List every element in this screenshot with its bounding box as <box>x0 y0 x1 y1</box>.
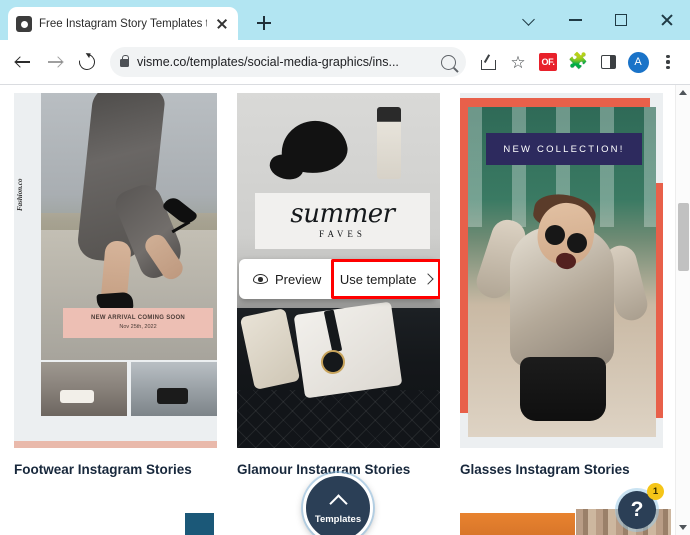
new-tab-button[interactable] <box>250 9 278 37</box>
tab-close-icon[interactable] <box>214 16 230 32</box>
extensions-button[interactable]: 🧩 <box>564 48 592 76</box>
glasses-photo: NEW COLLECTION! <box>468 107 656 437</box>
template-thumbnail[interactable]: summer FAVES Preview Use template <box>237 93 440 448</box>
browser-tab[interactable]: Free Instagram Story Templates t <box>8 7 238 40</box>
lock-icon <box>120 54 130 67</box>
footwear-accent-rule <box>14 441 217 448</box>
back-button[interactable] <box>8 47 38 77</box>
search-icon[interactable] <box>441 54 456 70</box>
image-favicon-icon <box>16 15 32 32</box>
preview-label: Preview <box>275 271 322 287</box>
reload-icon <box>75 50 99 74</box>
share-button[interactable] <box>474 48 502 76</box>
template-card-footwear[interactable]: NEW ARRIVAL COMING SOON Nov 25th, 2022 F… <box>14 93 217 477</box>
star-icon: ☆ <box>510 52 526 72</box>
template-thumbnail[interactable]: NEW COLLECTION! <box>460 93 663 448</box>
browser-toolbar: visme.co/templates/social-media-graphics… <box>0 40 690 85</box>
glasses-banner: NEW COLLECTION! <box>486 133 642 165</box>
glamour-headline-block: summer FAVES <box>255 193 430 249</box>
footwear-photo: NEW ARRIVAL COMING SOON Nov 25th, 2022 <box>41 93 217 360</box>
preview-button[interactable]: Preview <box>239 259 331 299</box>
footwear-sub-images <box>41 362 217 416</box>
template-hover-actions: Preview Use template <box>239 259 440 299</box>
back-arrow-icon <box>15 54 31 70</box>
maximize-button[interactable] <box>598 0 644 40</box>
browser-titlebar: Free Instagram Story Templates t <box>0 0 690 40</box>
footwear-banner: NEW ARRIVAL COMING SOON Nov 25th, 2022 <box>63 308 213 338</box>
templates-fab-label: Templates <box>314 513 362 525</box>
chevron-up-icon <box>328 493 348 513</box>
url-text: visme.co/templates/social-media-graphics… <box>137 55 399 69</box>
next-row-thumbnail-a[interactable] <box>185 513 214 535</box>
address-bar[interactable]: visme.co/templates/social-media-graphics… <box>110 47 466 77</box>
tab-title: Free Instagram Story Templates t <box>39 17 207 30</box>
minimize-button[interactable] <box>552 0 598 40</box>
scrollbar-thumb[interactable] <box>678 203 689 271</box>
use-template-button[interactable]: Use template <box>331 259 440 299</box>
template-card-title: Footwear Instagram Stories <box>14 462 192 477</box>
template-grid: NEW ARRIVAL COMING SOON Nov 25th, 2022 F… <box>0 85 677 477</box>
share-icon <box>480 55 496 70</box>
page-scrollbar[interactable] <box>675 85 690 535</box>
glamour-headline-script: summer <box>290 198 395 229</box>
reload-button[interactable] <box>72 47 102 77</box>
of-extension-icon: OF. <box>539 53 557 71</box>
panel-icon <box>600 55 616 69</box>
scroll-down-arrow-icon[interactable] <box>676 520 690 535</box>
profile-button[interactable]: A <box>624 48 652 76</box>
templates-fab-button[interactable]: Templates <box>303 473 373 535</box>
kebab-menu-icon <box>666 54 670 70</box>
page-content: NEW ARRIVAL COMING SOON Nov 25th, 2022 F… <box>0 85 690 535</box>
footwear-banner-line2: Nov 25th, 2022 <box>119 324 157 330</box>
help-widget: 1 ? <box>618 483 664 529</box>
eye-icon <box>253 274 268 284</box>
tab-search-chevron-down-icon[interactable] <box>506 0 552 40</box>
scroll-up-arrow-icon[interactable] <box>676 85 690 100</box>
template-card-glasses[interactable]: NEW COLLECTION! Glasses Instagram Storie… <box>460 93 663 477</box>
help-badge: 1 <box>647 483 664 500</box>
template-card-glamour[interactable]: summer FAVES Preview Use template Glamou… <box>237 93 440 477</box>
close-window-button[interactable] <box>644 0 690 40</box>
side-panel-button[interactable] <box>594 48 622 76</box>
puzzle-icon: 🧩 <box>568 53 588 70</box>
forward-button[interactable] <box>40 47 70 77</box>
bookmark-button[interactable]: ☆ <box>504 48 532 76</box>
glasses-banner-text: NEW COLLECTION! <box>503 143 625 155</box>
use-template-label: Use template <box>339 271 417 287</box>
template-thumbnail[interactable]: NEW ARRIVAL COMING SOON Nov 25th, 2022 F… <box>14 93 217 448</box>
forward-arrow-icon <box>47 54 63 70</box>
glamour-headline-sub: FAVES <box>319 229 366 240</box>
extension-of-button[interactable]: OF. <box>534 48 562 76</box>
avatar: A <box>627 51 649 73</box>
template-card-title: Glasses Instagram Stories <box>460 462 630 477</box>
browser-menu-button[interactable] <box>654 48 682 76</box>
next-row-thumbnail-b[interactable] <box>460 513 575 535</box>
footwear-brand-label: Fashion.co <box>16 178 24 211</box>
footwear-banner-line1: NEW ARRIVAL COMING SOON <box>90 315 186 321</box>
chevron-right-icon <box>422 273 435 285</box>
window-controls <box>506 0 690 40</box>
